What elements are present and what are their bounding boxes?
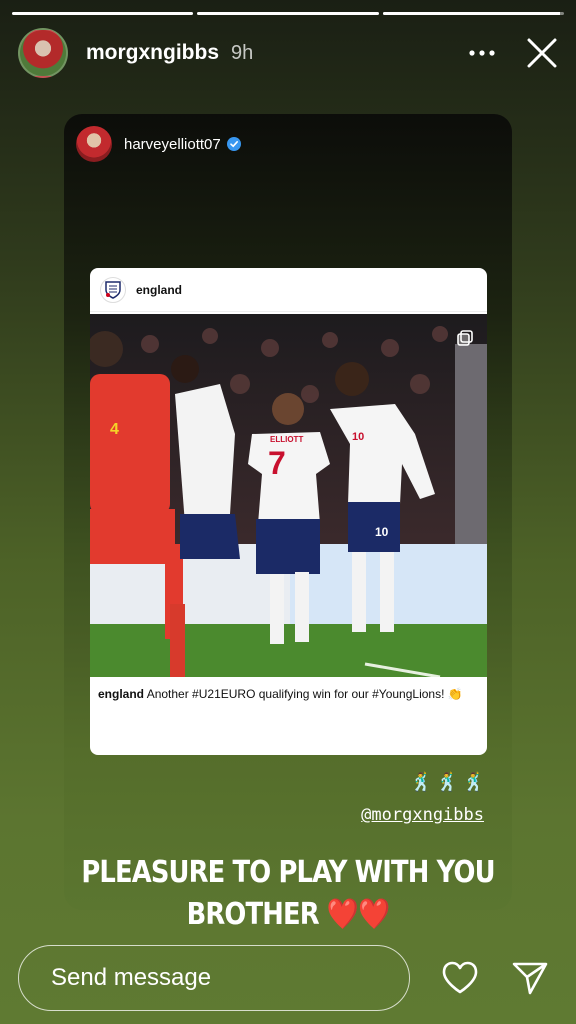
svg-text:10: 10 <box>352 431 364 443</box>
svg-text:4: 4 <box>110 421 119 438</box>
avatar[interactable] <box>18 28 68 78</box>
progress-segment <box>12 12 194 15</box>
story-username[interactable]: morgxngibbs <box>86 41 219 65</box>
progress-segment <box>382 12 564 15</box>
close-icon[interactable] <box>522 33 562 73</box>
more-options-icon[interactable] <box>462 33 502 73</box>
send-message-input[interactable]: Send message <box>18 945 410 1011</box>
story-text: PLEASURE TO PLAY WITH YOU BROTHER ❤️❤️ <box>40 852 535 936</box>
svg-text:ELLIOTT: ELLIOTT <box>270 435 303 444</box>
story-time: 9h <box>231 41 254 64</box>
svg-text:10: 10 <box>375 525 389 539</box>
story-progress-bar <box>12 12 564 15</box>
shared-post[interactable]: england 4 7 ELLIOTT 10 10 england Anothe… <box>90 268 487 755</box>
caption-text: Another #U21EURO qualifying win for our … <box>146 687 463 701</box>
avatar[interactable] <box>76 126 112 162</box>
caption-username[interactable]: england <box>98 687 144 701</box>
carousel-icon <box>457 330 473 346</box>
post-caption: england Another #U21EURO qualifying win … <box>98 686 477 703</box>
heart-icon[interactable] <box>440 958 480 998</box>
england-crest-icon[interactable] <box>100 276 126 303</box>
post-photo: 4 7 ELLIOTT 10 10 <box>90 314 487 677</box>
hearts-emoji: ❤️❤️ <box>326 897 390 932</box>
story-text-line: BROTHER <box>186 897 320 932</box>
verified-badge-icon <box>226 137 241 151</box>
shared-story-header: harveyelliott07 <box>76 126 241 162</box>
shared-username[interactable]: harveyelliott07 <box>124 136 221 153</box>
progress-segment <box>197 12 379 15</box>
story-footer: Send message <box>18 944 562 1012</box>
story-text-line: PLEASURE TO PLAY WITH YOU <box>81 855 495 890</box>
dancing-emoji-sticker: 🕺🕺🕺 <box>410 772 490 792</box>
svg-text:7: 7 <box>268 445 286 481</box>
send-icon[interactable] <box>510 958 550 998</box>
post-username[interactable]: england <box>136 283 182 297</box>
story-header: morgxngibbs 9h <box>18 28 562 78</box>
post-header: england <box>90 268 487 312</box>
mention-sticker[interactable]: @morgxngibbs <box>361 805 484 825</box>
